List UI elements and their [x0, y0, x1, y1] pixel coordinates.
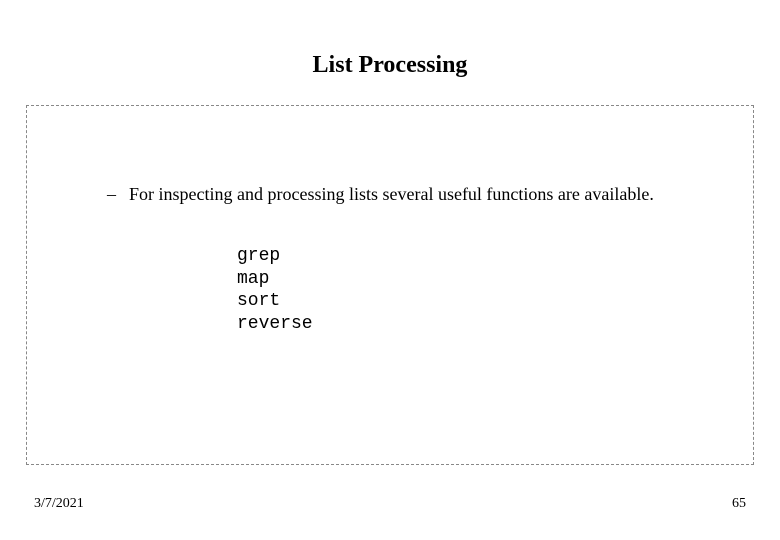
footer-page-number: 65 [732, 496, 746, 512]
slide-title: List Processing [0, 0, 780, 79]
function-item: grep [237, 245, 713, 268]
function-item: sort [237, 290, 713, 313]
function-item: reverse [237, 313, 713, 336]
function-list: grep map sort reverse [237, 245, 713, 335]
slide-footer: 3/7/2021 65 [34, 496, 746, 512]
function-item: map [237, 268, 713, 291]
slide: List Processing – For inspecting and pro… [0, 0, 780, 540]
footer-date: 3/7/2021 [34, 496, 84, 512]
bullet-dash: – [107, 184, 129, 205]
content-placeholder: – For inspecting and processing lists se… [26, 105, 754, 465]
bullet-item: – For inspecting and processing lists se… [107, 184, 713, 205]
bullet-text: For inspecting and processing lists seve… [129, 184, 654, 205]
